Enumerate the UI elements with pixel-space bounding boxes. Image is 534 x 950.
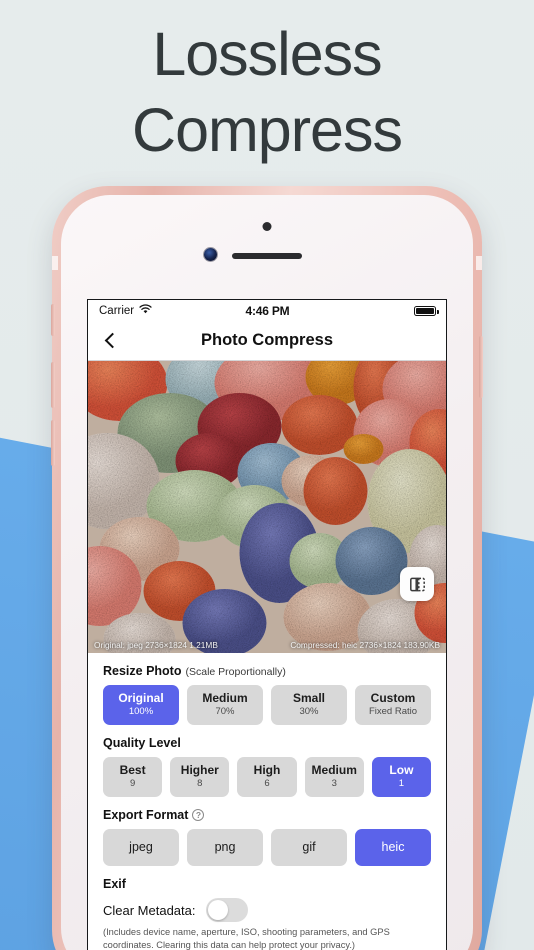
wifi-icon: [139, 304, 152, 317]
quality-option-higher[interactable]: Higher 8: [170, 757, 230, 797]
photo-caption: Original: jpeg 2736×1824 1.21MB Compress…: [88, 637, 446, 653]
resize-title: Resize Photo: [103, 664, 182, 678]
phone-power-button: [479, 336, 483, 398]
chip-label: Medium: [311, 763, 357, 777]
phone-screen: Carrier 4:46 PM Photo Compress Original:…: [87, 299, 447, 950]
phone-volume-down-button: [51, 420, 55, 466]
chip-label: Higher: [180, 763, 219, 777]
phone-mockup: Carrier 4:46 PM Photo Compress Original:…: [51, 186, 483, 950]
chip-label: Low: [389, 763, 414, 777]
resize-option-original[interactable]: Original 100%: [103, 685, 179, 725]
resize-option-custom[interactable]: Custom Fixed Ratio: [355, 685, 431, 725]
settings-panel: Resize Photo (Scale Proportionally) Orig…: [88, 653, 446, 950]
photo-preview[interactable]: Original: jpeg 2736×1824 1.21MB Compress…: [88, 361, 446, 653]
front-camera-icon: [204, 248, 217, 261]
phone-antenna-band-right: [476, 256, 482, 270]
quality-option-high[interactable]: High 6: [237, 757, 297, 797]
export-format-title: Export Format: [103, 808, 189, 822]
chip-label: Small: [292, 691, 325, 705]
page-title: Lossless Compress: [0, 16, 534, 168]
pebbles-photo: [88, 361, 446, 653]
chip-label: png: [214, 840, 236, 854]
resize-option-small[interactable]: Small 30%: [271, 685, 347, 725]
export-format-option-jpeg[interactable]: jpeg: [103, 829, 179, 866]
chip-label: Original: [118, 691, 164, 705]
chip-value: 30%: [299, 706, 319, 717]
export-format-options: jpeg png gif heic: [103, 829, 431, 866]
chip-label: Best: [119, 763, 146, 777]
chip-label: Medium: [202, 691, 248, 705]
headline-line-1: Lossless: [152, 20, 382, 88]
chip-value: 6: [264, 778, 270, 789]
quality-section: Quality Level Best 9 Higher 8 High 6 Med…: [103, 736, 432, 797]
clear-metadata-row: Clear Metadata:: [103, 898, 431, 922]
chip-value: Fixed Ratio: [368, 706, 418, 717]
exif-header: Exif: [103, 877, 431, 891]
export-format-section: Export Format ? jpeg png gif heic: [103, 808, 431, 866]
clear-metadata-toggle[interactable]: [205, 898, 248, 922]
phone-antenna-band-left: [52, 256, 58, 270]
chevron-left-icon[interactable]: [101, 330, 123, 352]
chip-value: 3: [331, 778, 337, 789]
phone-mute-switch: [51, 304, 55, 336]
exif-section: Exif Clear Metadata: (Includes device na…: [103, 877, 431, 950]
chip-value: 1: [398, 778, 405, 789]
chip-label: High: [253, 763, 281, 777]
headline-line-2: Compress: [132, 96, 403, 164]
exif-note: (Includes device name, aperture, ISO, sh…: [103, 927, 390, 950]
status-bar-time: 4:46 PM: [245, 303, 290, 318]
quality-options: Best 9 Higher 8 High 6 Medium 3 Low 1: [103, 757, 432, 797]
resize-section: Resize Photo (Scale Proportionally) Orig…: [103, 664, 431, 725]
navigation-bar: Photo Compress: [88, 321, 446, 361]
chip-label: jpeg: [129, 840, 153, 854]
chip-label: Custom: [370, 691, 416, 705]
resize-options: Original 100% Medium 70% Small 30% Custo…: [103, 685, 431, 725]
export-format-option-png[interactable]: png: [187, 829, 263, 866]
export-format-header: Export Format ?: [103, 808, 431, 822]
earpiece-speaker-icon: [232, 253, 302, 259]
carrier-label: Carrier: [99, 304, 135, 317]
quality-title: Quality Level: [103, 736, 181, 750]
clear-metadata-label: Clear Metadata:: [103, 902, 196, 918]
chip-value: 70%: [215, 706, 235, 717]
quality-option-best[interactable]: Best 9: [103, 757, 163, 797]
caption-compressed: Compressed: heic 2736×1824 183.90KB: [290, 640, 440, 650]
resize-option-medium[interactable]: Medium 70%: [187, 685, 263, 725]
phone-volume-up-button: [51, 362, 55, 408]
phone-front-panel: Carrier 4:46 PM Photo Compress Original:…: [61, 195, 473, 950]
chip-value: 9: [129, 778, 136, 789]
export-format-option-gif[interactable]: gif: [271, 829, 347, 866]
quality-section-header: Quality Level: [103, 736, 431, 750]
exif-title: Exif: [103, 877, 126, 891]
compare-split-icon[interactable]: [400, 567, 434, 601]
question-circle-icon[interactable]: ?: [192, 809, 205, 821]
caption-original: Original: jpeg 2736×1824 1.21MB: [94, 640, 218, 650]
quality-option-low[interactable]: Low 1: [371, 757, 432, 797]
chip-value: 8: [197, 778, 203, 789]
export-format-option-heic[interactable]: heic: [355, 829, 431, 866]
chip-label: heic: [381, 840, 405, 854]
chip-value: 100%: [128, 706, 154, 717]
screen-title: Photo Compress: [200, 331, 334, 349]
status-bar: Carrier 4:46 PM: [88, 300, 446, 321]
quality-option-medium[interactable]: Medium 3: [304, 757, 364, 797]
chip-label: gif: [302, 840, 316, 854]
resize-subtitle: (Scale Proportionally): [185, 666, 286, 678]
resize-section-header: Resize Photo (Scale Proportionally): [103, 664, 431, 678]
battery-full-icon: [413, 305, 439, 316]
proximity-sensor-icon: [262, 222, 272, 231]
